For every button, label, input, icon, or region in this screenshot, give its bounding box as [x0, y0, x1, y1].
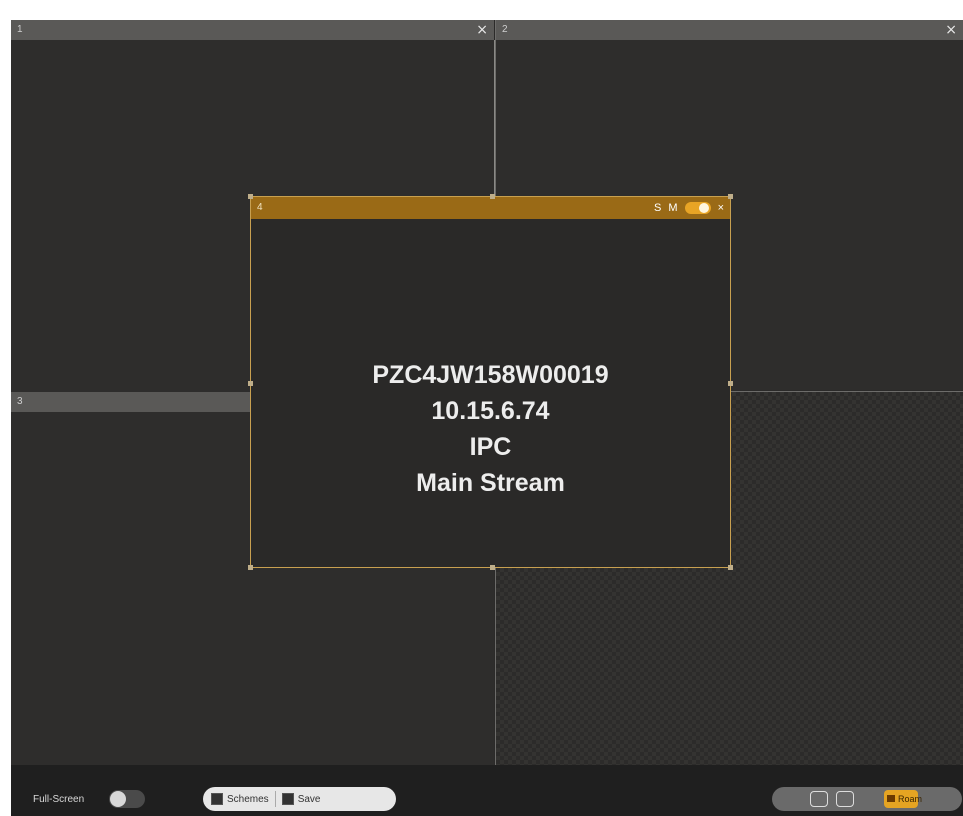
window-4-close-icon[interactable]: ×: [718, 197, 724, 219]
fullscreen-toggle[interactable]: [109, 790, 145, 808]
device-type: IPC: [469, 433, 512, 461]
roam-button[interactable]: Roam: [884, 790, 922, 808]
mode-icon[interactable]: M: [668, 197, 677, 219]
schemes-button[interactable]: Schemes: [211, 787, 269, 811]
video-wall-editor: 1 × 2 × 3 4 S M × PZC4JW158W00019 10.15.…: [0, 0, 963, 816]
window-4-active[interactable]: 4 S M × PZC4JW158W00019 10.15.6.74 IPC M…: [248, 194, 733, 570]
device-serial: PZC4JW158W00019: [372, 361, 609, 389]
device-ip: 10.15.6.74: [431, 397, 550, 425]
window-4-info: PZC4JW158W00019 10.15.6.74 IPC Main Stre…: [251, 357, 730, 501]
window-1-close-icon[interactable]: ×: [476, 20, 488, 40]
window-toggle[interactable]: [684, 202, 711, 214]
divider-line: [494, 40, 495, 198]
window-3-header[interactable]: 3: [11, 392, 251, 412]
fullscreen-label: Full-Screen: [33, 794, 85, 805]
layout-controls: Roam: [772, 787, 962, 811]
resize-handle-left[interactable]: [248, 381, 253, 386]
scheme-controls: Schemes Save: [203, 787, 396, 811]
resize-handle-bottom-right[interactable]: [728, 565, 733, 570]
save-label: Save: [297, 793, 321, 805]
window-1-index: 1: [17, 24, 23, 35]
resize-handle-top-left[interactable]: [248, 194, 253, 199]
save-button[interactable]: Save: [281, 787, 321, 811]
resize-handle-top[interactable]: [490, 194, 495, 199]
grid-screen-icon[interactable]: [836, 791, 854, 807]
resize-handle-top-right[interactable]: [728, 194, 733, 199]
window-1-header[interactable]: 1 ×: [11, 20, 494, 40]
resize-handle-right[interactable]: [728, 381, 733, 386]
schemes-label: Schemes: [227, 793, 269, 805]
window-3-index: 3: [17, 396, 23, 407]
resize-handle-bottom-left[interactable]: [248, 565, 253, 570]
stream-type: Main Stream: [416, 469, 565, 497]
resize-handle-bottom[interactable]: [490, 565, 495, 570]
window-4-header[interactable]: 4 S M ×: [251, 197, 730, 219]
single-screen-icon[interactable]: [810, 791, 828, 807]
window-2-close-icon[interactable]: ×: [945, 20, 957, 40]
schemes-icon: [211, 793, 223, 805]
save-icon: [281, 793, 294, 805]
bottom-toolbar: Full-Screen Schemes Save Roam: [11, 765, 963, 816]
divider: [274, 791, 276, 807]
roam-label: Roam: [898, 794, 923, 804]
window-4-index: 4: [257, 202, 263, 213]
snapshot-icon[interactable]: S: [654, 197, 661, 219]
window-2-index: 2: [502, 24, 508, 35]
video-wall-canvas[interactable]: 1 × 2 × 3 4 S M × PZC4JW158W00019 10.15.…: [11, 20, 963, 765]
window-2-header[interactable]: 2 ×: [496, 20, 963, 40]
